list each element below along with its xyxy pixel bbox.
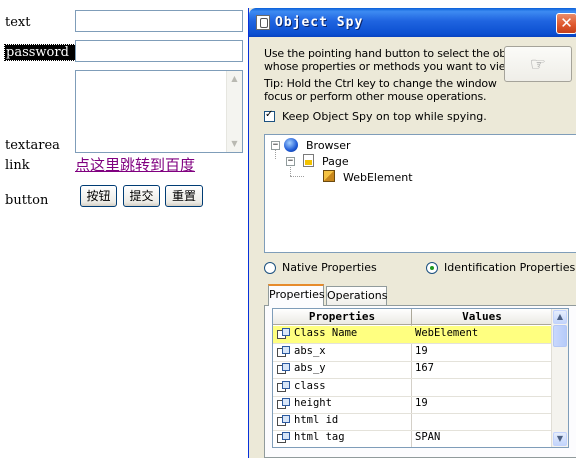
property-icon	[277, 363, 291, 376]
property-name: abs_x	[294, 345, 326, 357]
property-icon	[277, 346, 291, 359]
scrollbar-thumb[interactable]	[553, 325, 567, 347]
property-name: class	[294, 380, 326, 392]
property-value: 19	[415, 397, 428, 409]
password-label-highlighted: password	[4, 44, 76, 61]
property-name: html id	[294, 414, 339, 426]
property-value: SPAN	[415, 431, 441, 443]
link-label: link	[5, 158, 30, 173]
pointing-hand-icon: ☞	[529, 54, 547, 75]
text-input[interactable]	[75, 10, 243, 32]
tab-operations[interactable]: Operations	[326, 286, 387, 305]
button-label: button	[5, 193, 49, 208]
column-header-properties[interactable]: Properties	[273, 309, 412, 325]
scroll-down-arrow-icon[interactable]: ▼	[228, 137, 241, 151]
property-name: height	[294, 397, 332, 409]
properties-grid[interactable]: Properties Values Class Name WebElement …	[272, 308, 569, 448]
keep-on-top-checkbox[interactable]: ✓	[264, 109, 275, 122]
title-bar[interactable]: Object Spy ✕	[249, 8, 576, 37]
instruction-line-2: whose properties or methods you want to …	[264, 60, 517, 73]
generic-button[interactable]: 按钮	[80, 185, 117, 207]
object-spy-app-icon	[256, 15, 270, 30]
property-icon	[277, 328, 291, 341]
property-name: html tag	[294, 431, 345, 443]
textarea-label: textarea	[5, 138, 60, 153]
native-properties-radio[interactable]	[264, 262, 276, 274]
property-icon	[277, 432, 291, 445]
table-row[interactable]: abs_x 19	[273, 344, 553, 361]
web-element-cube-icon	[323, 170, 335, 182]
window-title: Object Spy	[275, 15, 364, 30]
tree-collapse-page-icon[interactable]: −	[286, 157, 295, 166]
property-value: WebElement	[415, 327, 479, 339]
tree-node-webelement[interactable]: WebElement	[343, 171, 413, 184]
reset-button[interactable]: 重置	[165, 185, 203, 207]
instruction-line-4: focus or perform other mouse operations.	[264, 90, 487, 103]
tree-collapse-browser-icon[interactable]: −	[271, 141, 280, 150]
pointing-hand-button[interactable]: ☞	[504, 46, 572, 82]
close-button[interactable]: ✕	[556, 13, 576, 34]
table-row[interactable]: abs_y 167	[273, 361, 553, 378]
property-name: Class Name	[294, 327, 358, 339]
table-row[interactable]: Class Name WebElement	[273, 326, 553, 343]
keep-on-top-label: Keep Object Spy on top while spying.	[282, 110, 487, 123]
page-icon	[303, 154, 314, 167]
checkmark-icon: ✓	[265, 109, 274, 120]
close-icon: ✕	[560, 14, 573, 32]
instruction-line-1: Use the pointing hand button to select t…	[264, 47, 526, 60]
table-row[interactable]: html tag SPAN	[273, 430, 553, 447]
identification-properties-radio[interactable]	[426, 262, 438, 274]
tree-node-page[interactable]: Page	[322, 155, 349, 168]
instruction-line-3: Tip: Hold the Ctrl key to change the win…	[264, 77, 497, 90]
table-row[interactable]: html id	[273, 413, 553, 430]
password-input[interactable]	[75, 40, 243, 62]
textarea-input[interactable]: ▲ ▼	[75, 70, 243, 153]
scroll-up-arrow-icon[interactable]: ▲	[553, 310, 567, 324]
property-icon	[277, 381, 291, 394]
tab-properties[interactable]: Properties	[268, 284, 325, 306]
text-label: text	[5, 15, 31, 30]
baidu-link[interactable]: 点这里跳转到百度	[75, 154, 195, 175]
object-spy-window: Object Spy ✕ Use the pointing hand butto…	[248, 8, 576, 458]
property-value: 167	[415, 362, 434, 374]
browser-globe-icon	[284, 138, 298, 152]
tree-node-browser[interactable]: Browser	[306, 139, 351, 152]
identification-properties-label: Identification Properties	[444, 261, 576, 274]
property-name: abs_y	[294, 362, 326, 374]
property-icon	[277, 398, 291, 411]
object-hierarchy-tree[interactable]: − Browser − Page WebElement	[264, 134, 576, 253]
property-icon	[277, 415, 291, 428]
column-header-values[interactable]: Values	[412, 309, 553, 325]
native-properties-label: Native Properties	[282, 261, 377, 274]
property-value: 19	[415, 345, 428, 357]
scroll-up-arrow-icon[interactable]: ▲	[228, 72, 241, 86]
grid-scrollbar[interactable]: ▲ ▼	[551, 309, 568, 447]
table-row[interactable]: class	[273, 379, 553, 396]
submit-button[interactable]: 提交	[123, 185, 160, 207]
scroll-down-arrow-icon[interactable]: ▼	[553, 432, 567, 446]
textarea-scrollbar[interactable]: ▲ ▼	[226, 71, 242, 152]
table-row[interactable]: height 19	[273, 396, 553, 413]
